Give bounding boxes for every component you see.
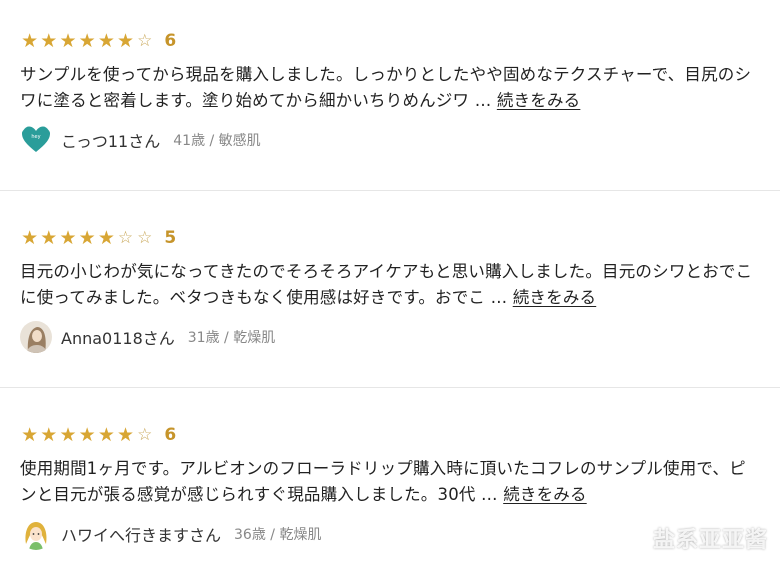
star-filled-icon: ★ — [97, 30, 115, 52]
star-filled-icon: ★ — [78, 424, 96, 446]
read-more-link[interactable]: 続きをみる — [497, 91, 581, 110]
star-filled-icon: ★ — [59, 30, 77, 52]
rating-row: ★ ★ ★ ★ ★ ☆ ☆ 5 — [20, 225, 176, 251]
reviewer-age-skin: 31歳 / 乾燥肌 — [187, 330, 276, 346]
star-empty-icon: ☆ — [137, 228, 153, 248]
star-filled-icon: ★ — [117, 424, 135, 446]
reviewer-info: Anna0118さん 31歳 / 乾燥肌 — [20, 321, 276, 353]
reviewer-age-skin: 36歳 / 乾燥肌 — [234, 527, 322, 543]
rating-score: 6 — [164, 31, 177, 51]
rating-row: ★ ★ ★ ★ ★ ★ ☆ 6 — [20, 28, 176, 54]
rating-score: 5 — [164, 228, 177, 248]
read-more-link[interactable]: 続きをみる — [503, 485, 587, 504]
watermark: 盐系亚亚酱 — [652, 528, 768, 553]
star-filled-icon: ★ — [21, 30, 39, 52]
review-text: サンプルを使ってから現品を購入しました。しっかりとしたやや固めなテクスチャーで、… — [20, 62, 760, 114]
rating-score: 6 — [164, 425, 177, 445]
star-filled-icon: ★ — [40, 30, 58, 52]
rating-row: ★ ★ ★ ★ ★ ★ ☆ 6 — [20, 422, 176, 448]
star-filled-icon: ★ — [40, 227, 58, 249]
reviewer-age-skin: 41歳 / 敏感肌 — [173, 133, 261, 149]
reviewer-name[interactable]: ハワイへ行きますさん — [61, 522, 221, 546]
star-filled-icon: ★ — [97, 424, 115, 446]
review-body: サンプルを使ってから現品を購入しました。しっかりとしたやや固めなテクスチャーで、… — [20, 65, 752, 110]
girl-illustration-avatar[interactable] — [20, 518, 52, 550]
star-filled-icon: ★ — [59, 424, 77, 446]
divider — [0, 387, 780, 388]
star-rating: ★ ★ ★ ★ ★ ★ ☆ — [20, 423, 154, 447]
star-filled-icon: ★ — [97, 227, 115, 249]
reviewer-info: ハワイへ行きますさん 36歳 / 乾燥肌 — [20, 518, 322, 550]
teal-heart-avatar[interactable]: hey — [20, 124, 52, 156]
star-empty-icon: ☆ — [137, 31, 153, 51]
svg-text:hey: hey — [31, 134, 40, 140]
review-text: 目元の小じわが気になってきたのでそろそろアイケアもと思い購入しました。目元のシワ… — [20, 259, 760, 311]
woman-photo-avatar[interactable] — [20, 321, 52, 353]
star-filled-icon: ★ — [40, 424, 58, 446]
review-body: 使用期間1ヶ月です。アルビオンのフローラドリップ購入時に頂いたコフレのサンプル使… — [20, 459, 746, 504]
review-body: 目元の小じわが気になってきたのでそろそろアイケアもと思い購入しました。目元のシワ… — [20, 262, 753, 307]
reviewer-name[interactable]: Anna0118さん — [61, 325, 175, 349]
star-filled-icon: ★ — [21, 227, 39, 249]
review-text: 使用期間1ヶ月です。アルビオンのフローラドリップ購入時に頂いたコフレのサンプル使… — [20, 456, 760, 508]
star-rating: ★ ★ ★ ★ ★ ★ ☆ — [20, 29, 154, 53]
star-filled-icon: ★ — [21, 424, 39, 446]
star-filled-icon: ★ — [59, 227, 77, 249]
reviewer-info: hey こっつ11さん 41歳 / 敏感肌 — [20, 124, 261, 156]
review-list: ★ ★ ★ ★ ★ ★ ☆ 6 サンプルを使ってから現品を購入しました。しっかりとしたやや固… — [0, 0, 780, 564]
star-empty-icon: ☆ — [117, 228, 134, 248]
star-filled-icon: ★ — [78, 30, 96, 52]
star-empty-icon: ☆ — [137, 425, 153, 445]
divider — [0, 190, 780, 191]
read-more-link[interactable]: 続きをみる — [513, 288, 597, 307]
star-rating: ★ ★ ★ ★ ★ ☆ ☆ — [20, 226, 154, 250]
star-filled-icon: ★ — [117, 30, 135, 52]
star-filled-icon: ★ — [78, 227, 96, 249]
reviewer-name[interactable]: こっつ11さん — [61, 128, 160, 152]
